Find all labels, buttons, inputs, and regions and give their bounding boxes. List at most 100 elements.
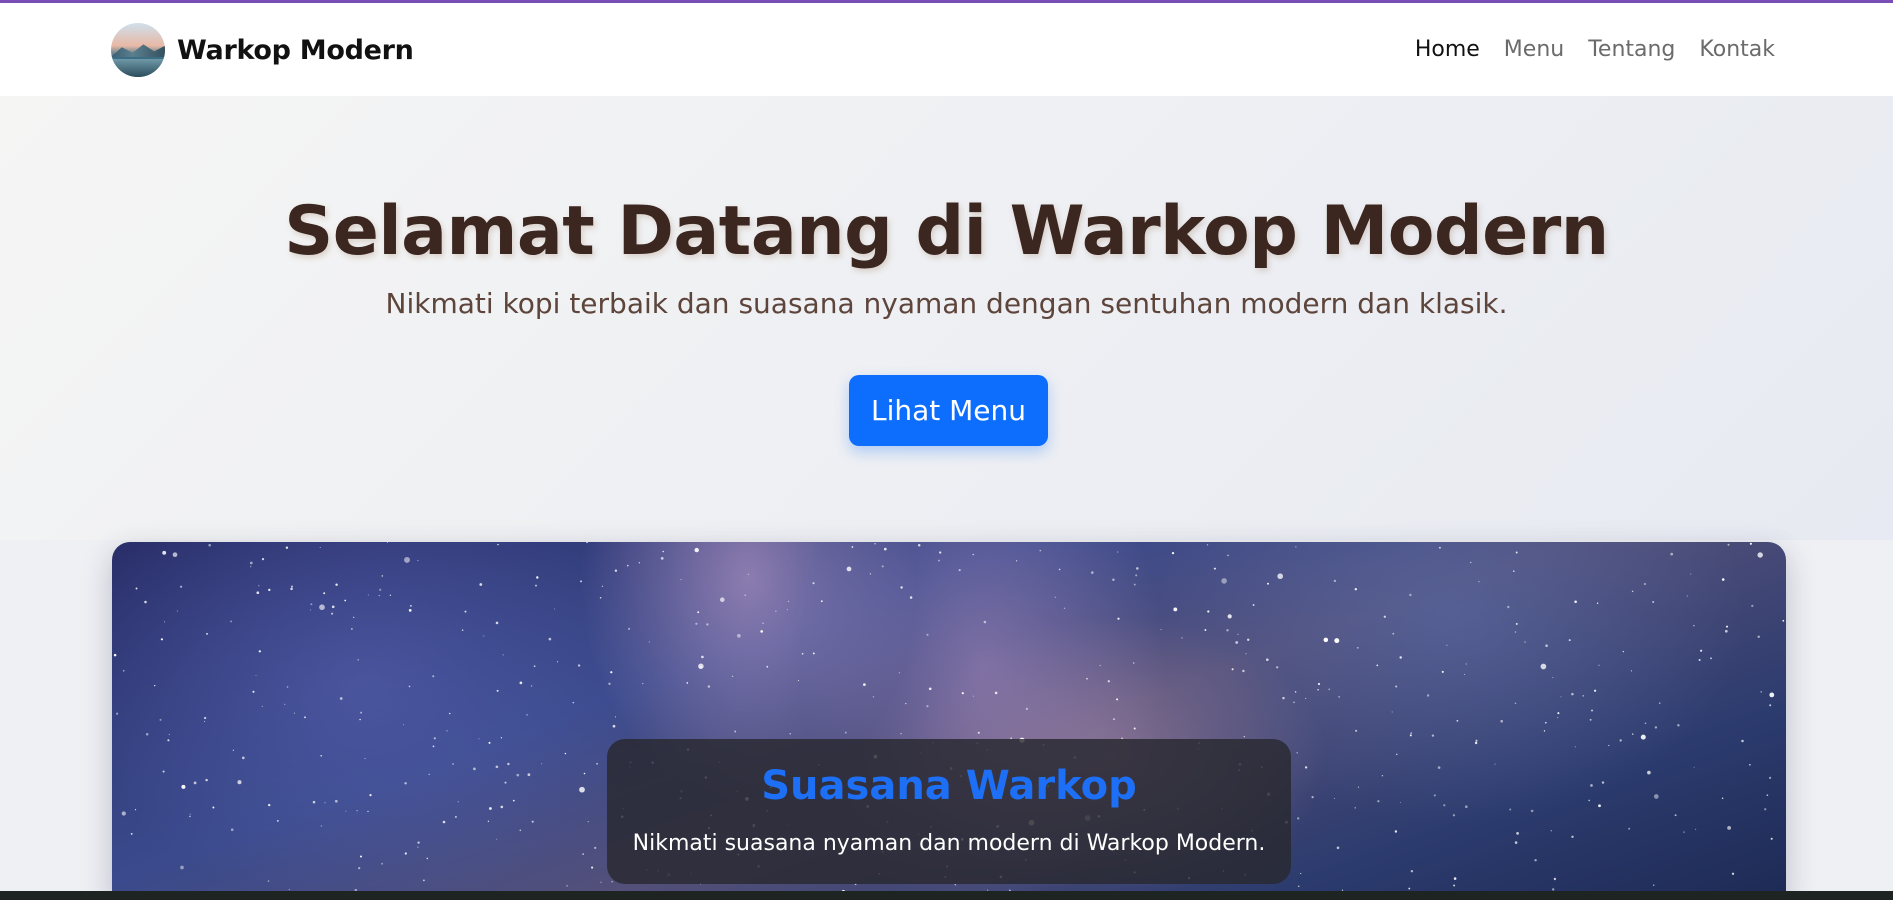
star (614, 569, 618, 572)
star (1628, 827, 1631, 830)
star (660, 557, 664, 560)
star (596, 762, 599, 765)
star (972, 553, 974, 556)
star (519, 681, 523, 685)
star (1568, 639, 1571, 642)
star (293, 712, 296, 714)
star (766, 665, 769, 668)
star (428, 773, 430, 775)
star (206, 632, 208, 635)
star (478, 738, 480, 740)
nav-link-menu[interactable]: Menu (1504, 37, 1564, 62)
star (319, 604, 325, 611)
view-menu-button[interactable]: Lihat Menu (849, 375, 1048, 446)
star (1338, 696, 1340, 698)
star (1598, 804, 1601, 808)
star (1782, 619, 1785, 622)
nav-link-home[interactable]: Home (1415, 37, 1480, 62)
star (285, 546, 289, 549)
star (331, 612, 334, 615)
star (1058, 568, 1061, 571)
star (564, 752, 567, 755)
star (1741, 739, 1744, 743)
star (762, 622, 764, 624)
star (135, 587, 138, 590)
star (1544, 721, 1547, 724)
star (1588, 799, 1591, 802)
star (1500, 719, 1503, 723)
nav-link-tentang[interactable]: Tentang (1588, 37, 1675, 62)
star (1464, 805, 1468, 809)
star (1135, 574, 1138, 577)
star (1336, 846, 1340, 850)
star (1515, 551, 1518, 554)
star (344, 599, 347, 602)
star (230, 828, 234, 831)
star (154, 684, 156, 687)
star (1086, 677, 1088, 680)
star (164, 621, 166, 623)
star (1475, 739, 1478, 742)
star (787, 600, 790, 603)
star (1654, 726, 1658, 729)
star (1300, 872, 1302, 875)
star (290, 587, 293, 591)
star (1643, 582, 1647, 586)
star (167, 739, 170, 742)
star (1464, 673, 1466, 675)
star (1453, 877, 1457, 880)
star (1446, 644, 1448, 646)
star (577, 664, 581, 667)
star (205, 778, 208, 782)
star (648, 641, 650, 643)
star (290, 585, 294, 588)
navbar: Warkop Modern Home Menu Tentang Kontak (0, 3, 1893, 96)
star (789, 733, 791, 735)
star (334, 799, 338, 803)
star (432, 745, 435, 748)
star (159, 718, 162, 721)
os-taskbar (0, 891, 1893, 900)
star (1530, 809, 1534, 813)
star (1693, 766, 1695, 768)
star (516, 773, 520, 777)
star (747, 573, 750, 576)
star (1433, 794, 1436, 797)
star (1653, 884, 1655, 886)
carousel-caption: Suasana Warkop Nikmati suasana nyaman da… (607, 739, 1291, 884)
star (1571, 835, 1574, 839)
brand-logo (111, 23, 165, 77)
star (448, 712, 451, 715)
star (917, 544, 921, 547)
star (1376, 664, 1379, 667)
star (1431, 734, 1435, 737)
brand-link[interactable]: Warkop Modern (111, 23, 414, 77)
star (1574, 746, 1576, 748)
star (1323, 637, 1329, 643)
nav-link-kontak[interactable]: Kontak (1699, 37, 1775, 62)
star (1608, 744, 1610, 747)
star (1658, 702, 1661, 704)
star (356, 810, 358, 812)
star (261, 705, 263, 707)
star (1090, 571, 1094, 574)
star (1731, 872, 1735, 875)
caption-title: Suasana Warkop (761, 763, 1137, 809)
star (452, 763, 454, 765)
star (536, 576, 539, 579)
star (1640, 734, 1646, 740)
star (1252, 604, 1255, 606)
star (357, 659, 359, 661)
star (1514, 631, 1517, 633)
star (504, 781, 507, 784)
star (1494, 763, 1496, 765)
star (1160, 629, 1162, 631)
star (701, 655, 704, 659)
star (461, 629, 464, 631)
star (1410, 732, 1412, 734)
star (1751, 604, 1754, 608)
star (1686, 595, 1689, 597)
star (928, 687, 932, 691)
star (310, 603, 313, 606)
star (442, 820, 446, 824)
